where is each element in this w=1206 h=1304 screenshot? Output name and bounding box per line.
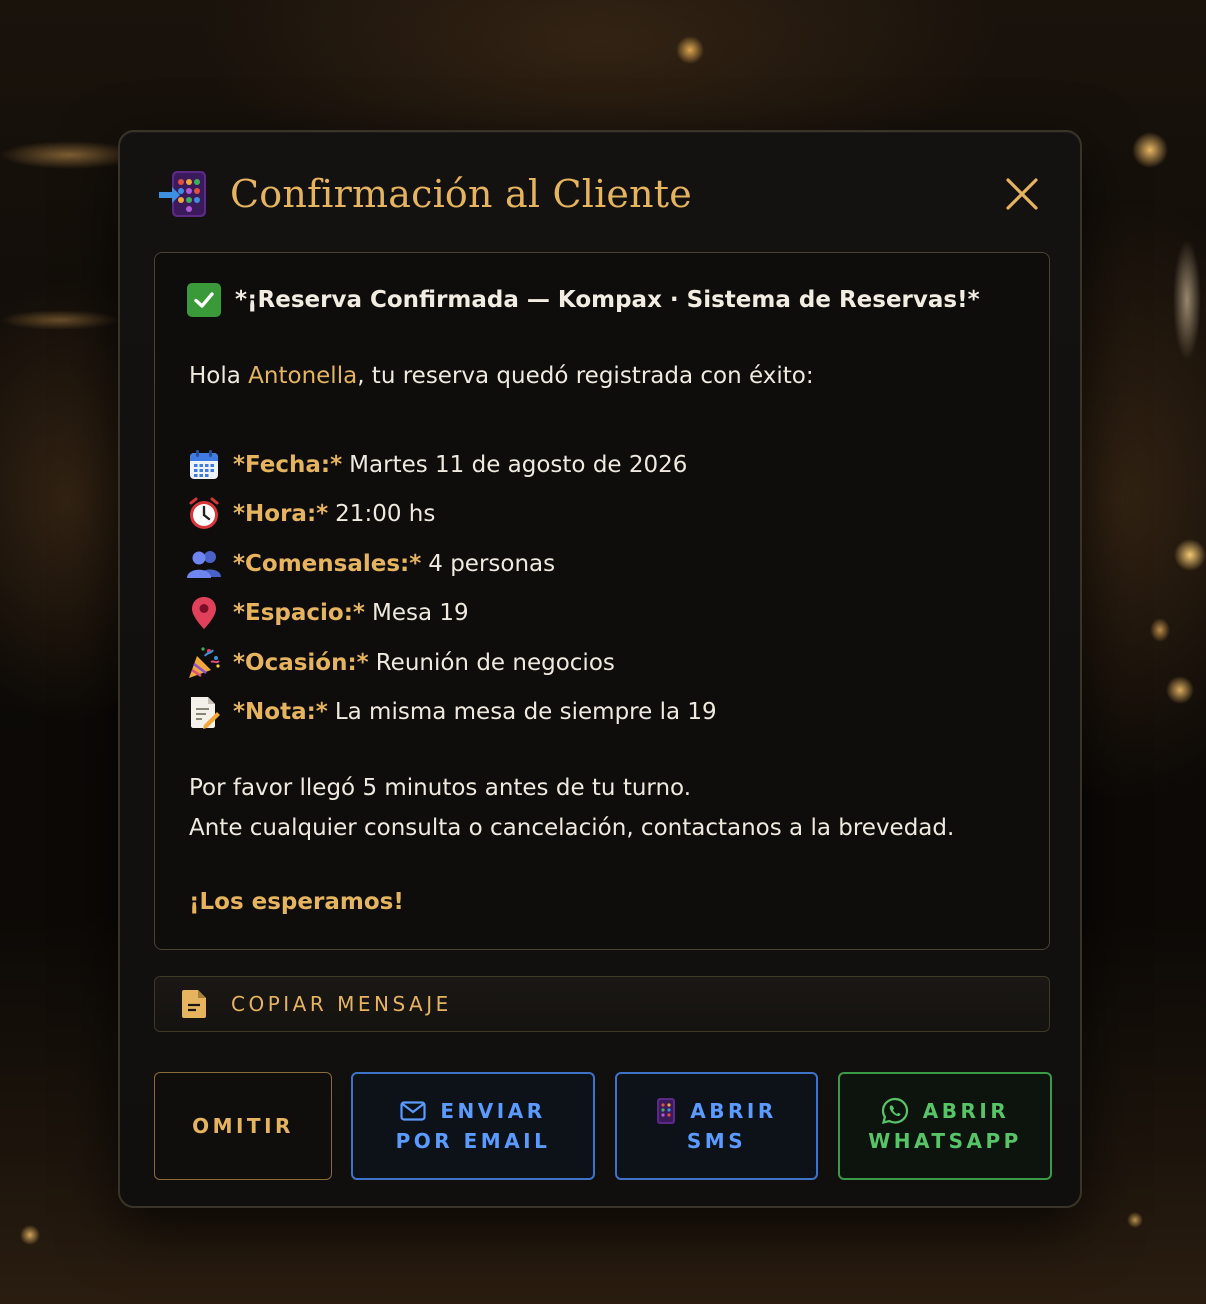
detail-row-comensales: *Comensales:* 4 personas [187, 539, 717, 589]
contact-note: Ante cualquier consulta o cancelación, c… [189, 815, 955, 841]
whatsapp-icon [881, 1097, 909, 1125]
message-preview: *¡Reserva Confirmada — Kompax · Sistema … [154, 252, 1050, 950]
closing-text: ¡Los esperamos! [189, 889, 404, 915]
omit-button[interactable]: OMITIR [154, 1072, 332, 1180]
detail-row-ocasion: *Ocasión:* Reunión de negocios [187, 638, 717, 688]
mail-icon [400, 1101, 426, 1121]
people-icon [187, 547, 221, 581]
detail-label: *Comensales:* [233, 550, 422, 577]
detail-label: *Ocasión:* [233, 649, 369, 676]
detail-label: *Hora:* [233, 501, 329, 528]
copy-message-label: COPIAR MENSAJE [231, 992, 452, 1016]
detail-value: Mesa 19 [371, 600, 469, 627]
greeting-suffix: , tu reserva quedó registrada con éxito: [357, 363, 814, 389]
message-title-row: *¡Reserva Confirmada — Kompax · Sistema … [187, 283, 980, 317]
email-label-line2: POR EMAIL [395, 1129, 551, 1153]
calendar-icon [187, 448, 221, 482]
customer-name: Antonella [248, 363, 358, 389]
sms-label-line2: SMS [686, 1129, 747, 1153]
send-email-button[interactable]: ENVIAR POR EMAIL [351, 1072, 595, 1180]
detail-label: *Nota:* [233, 699, 328, 726]
detail-row-nota: *Nota:* La misma mesa de siempre la 19 [187, 688, 717, 738]
close-icon [1006, 178, 1038, 210]
document-icon [182, 990, 206, 1018]
detail-label: *Espacio:* [233, 600, 365, 627]
open-whatsapp-button[interactable]: ABRIR WHATSAPP [838, 1072, 1052, 1180]
detail-value: La misma mesa de siempre la 19 [334, 699, 717, 726]
memo-icon [187, 695, 221, 730]
modal-header: Confirmación al Cliente [158, 166, 1042, 222]
open-sms-button[interactable]: ABRIR SMS [615, 1072, 818, 1180]
detail-value: 21:00 hs [335, 501, 436, 528]
close-button[interactable] [1002, 174, 1042, 214]
confirmation-modal: Confirmación al Cliente *¡Reserva Confir… [118, 130, 1082, 1208]
modal-title: Confirmación al Cliente [230, 172, 692, 216]
detail-row-hora: *Hora:* 21:00 hs [187, 490, 717, 540]
message-title: *¡Reserva Confirmada — Kompax · Sistema … [235, 287, 980, 313]
detail-value: Martes 11 de agosto de 2026 [349, 451, 688, 478]
location-pin-icon [187, 596, 221, 630]
copy-message-button[interactable]: COPIAR MENSAJE [154, 976, 1050, 1032]
alarm-clock-icon [187, 497, 221, 531]
detail-label: *Fecha:* [233, 451, 343, 478]
check-mark-icon [187, 283, 221, 317]
email-label-line1: ENVIAR [440, 1099, 546, 1123]
whatsapp-label-line2: WHATSAPP [868, 1129, 1022, 1153]
reservation-details: *Fecha:* Martes 11 de agosto de 2026 *Ho… [187, 440, 717, 737]
detail-value: Reunión de negocios [375, 649, 615, 676]
app-grid-icon [158, 168, 210, 220]
greeting-text: Hola Antonella, tu reserva quedó registr… [189, 363, 814, 389]
detail-value: 4 personas [428, 550, 556, 577]
detail-row-fecha: *Fecha:* Martes 11 de agosto de 2026 [187, 440, 717, 490]
omit-label: OMITIR [192, 1114, 294, 1138]
party-popper-icon [187, 646, 221, 680]
phone-icon [656, 1097, 676, 1125]
greeting-prefix: Hola [189, 363, 249, 389]
whatsapp-label-line1: ABRIR [922, 1099, 1010, 1123]
detail-row-espacio: *Espacio:* Mesa 19 [187, 589, 717, 639]
arrival-note: Por favor llegó 5 minutos antes de tu tu… [189, 775, 692, 801]
sms-label-line1: ABRIR [690, 1099, 777, 1123]
